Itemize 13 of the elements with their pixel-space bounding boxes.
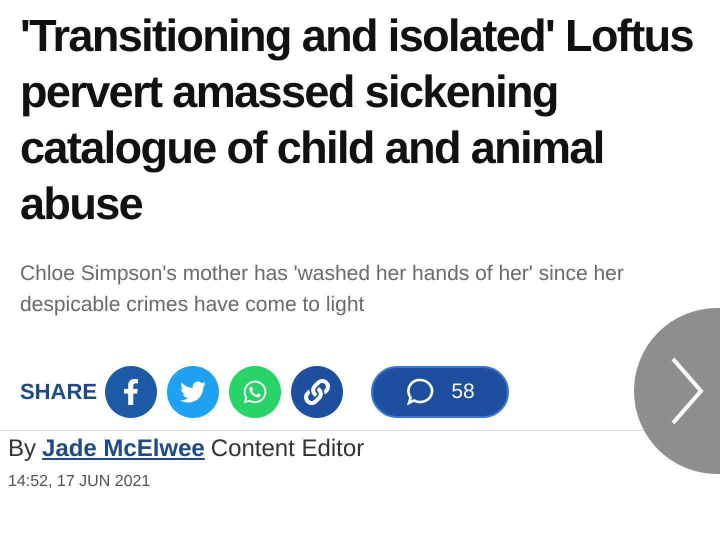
- whatsapp-icon: [242, 379, 268, 405]
- comments-button[interactable]: 58: [371, 366, 510, 418]
- headline: 'Transitioning and isolated' Loftus pervert amassed sickening catalogue of child and animal abuse: [20, 9, 694, 231]
- standfirst: Chloe Simpson's mother has 'washed her hands of her' since her despicable crimes have come to light: [20, 261, 625, 318]
- speech-bubble-icon: [405, 377, 436, 407]
- byline-prefix: By: [8, 435, 36, 463]
- share-label: SHARE: [20, 379, 98, 405]
- timestamp: 14:52, 17 JUN 2021: [8, 473, 152, 491]
- chevron-right-icon: [670, 356, 704, 426]
- link-icon: [304, 379, 330, 405]
- twitter-icon: [180, 379, 206, 405]
- author-link[interactable]: Jade McElwee: [42, 435, 205, 463]
- author-role: Content Editor: [210, 435, 364, 463]
